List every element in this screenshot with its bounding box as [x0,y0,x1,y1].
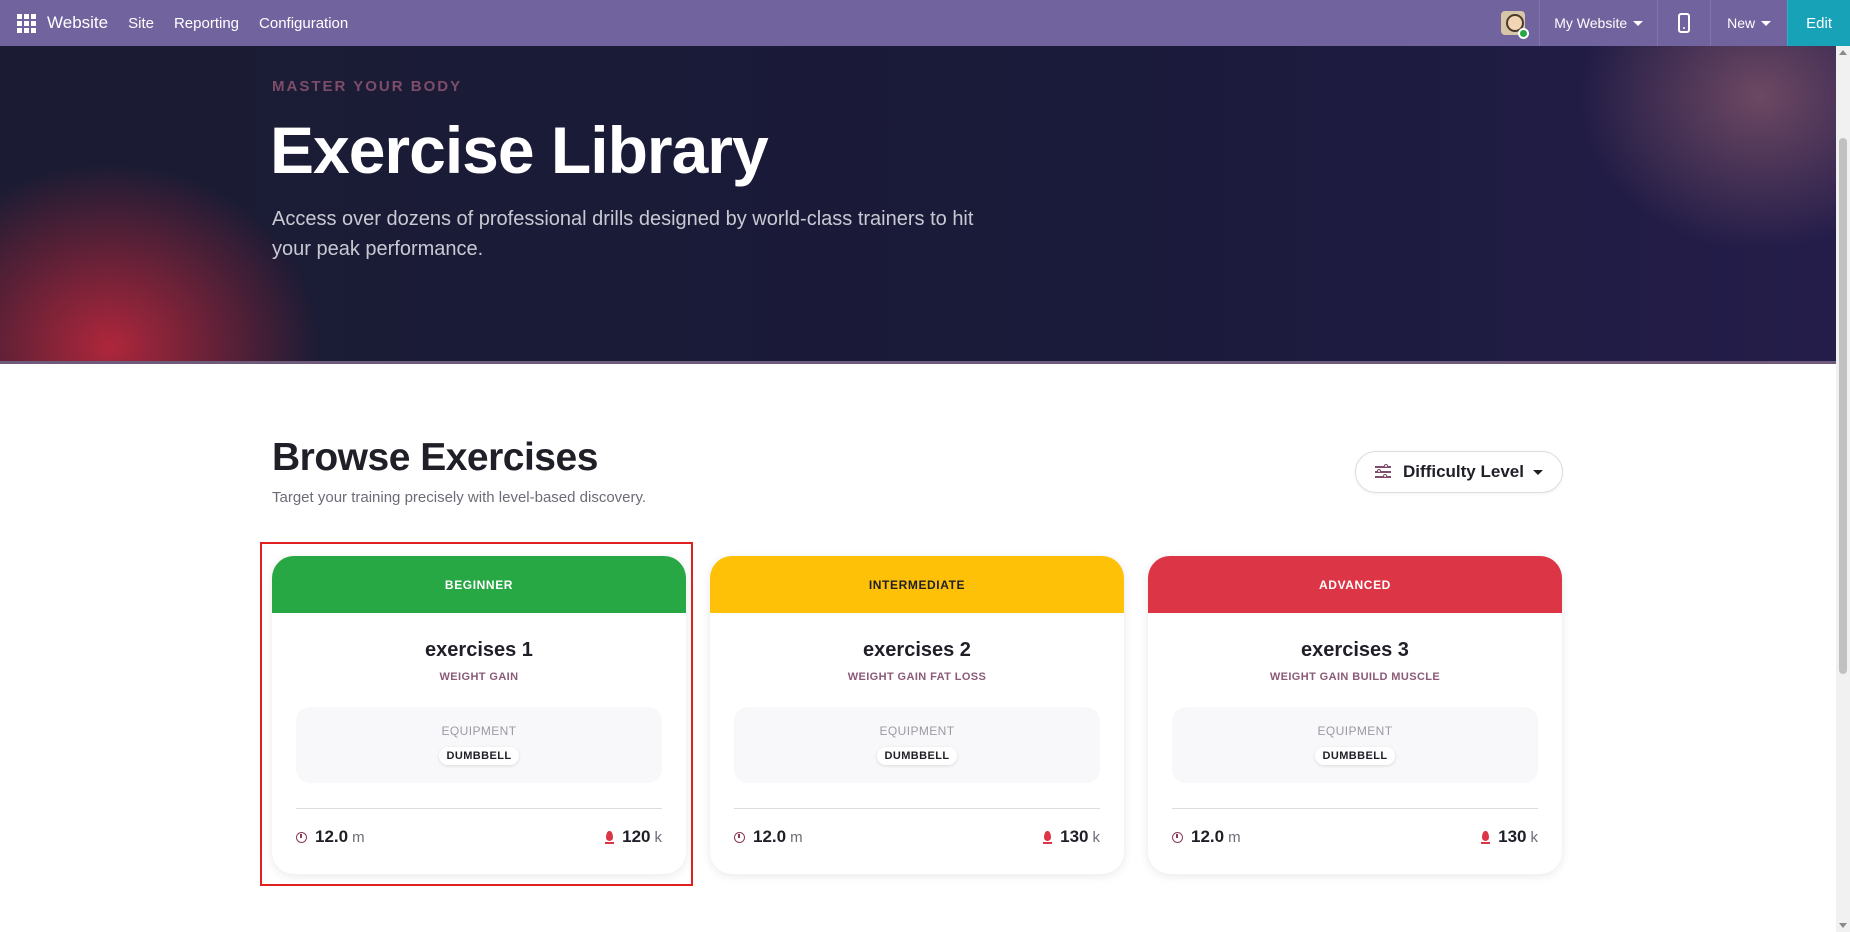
equipment-pill: DUMBBELL [1314,747,1396,765]
flame-icon [1481,830,1491,844]
calories-unit: k [1092,829,1101,846]
card-stats: 12.0 m 130 k [1172,827,1538,847]
card-divider [734,808,1100,809]
calories-stat: 130 k [1481,827,1538,847]
sliders-icon [1375,464,1392,479]
card-level-header: ADVANCED [1148,556,1562,613]
clock-icon [734,831,745,843]
calories-unit: k [654,829,663,846]
exercise-card[interactable]: BEGINNER exercises 1 WEIGHT GAIN EQUIPME… [272,556,686,874]
card-divider [1172,808,1538,809]
duration-unit: m [1228,829,1241,846]
scroll-up-arrow-icon[interactable] [1839,50,1847,55]
duration-stat: 12.0 m [734,827,803,847]
hero-banner: MASTER YOUR BODY Exercise Library Access… [0,46,1836,364]
equipment-box: EQUIPMENT DUMBBELL [296,707,662,783]
level-badge: INTERMEDIATE [868,577,966,592]
equipment-label: EQUIPMENT [441,724,517,738]
hero-subtitle: Access over dozens of professional drill… [272,208,974,260]
navbar-right: My Website New Edit [1487,0,1850,46]
card-level-header: BEGINNER [272,556,686,613]
equipment-box: EQUIPMENT DUMBBELL [1172,707,1538,783]
section-title: Browse Exercises [272,436,598,479]
card-title[interactable]: exercises 3 [1148,639,1562,662]
scroll-down-arrow-icon[interactable] [1839,923,1847,928]
calories-unit: k [1530,829,1539,846]
card-stats: 12.0 m 120 k [296,827,662,847]
card-goal-tag: WEIGHT GAIN BUILD MUSCLE [1269,671,1441,683]
chevron-down-icon [1532,469,1543,475]
card-level-header: INTERMEDIATE [710,556,1124,613]
equipment-label: EQUIPMENT [879,724,955,738]
calories-value: 130 [1060,827,1089,846]
chevron-down-icon [1761,20,1772,26]
mobile-preview-button[interactable] [1657,0,1710,46]
card-goal-tag: WEIGHT GAIN FAT LOSS [847,671,987,683]
app-brand[interactable]: Website [47,13,108,33]
equipment-label: EQUIPMENT [1317,724,1393,738]
equipment-pill: DUMBBELL [876,747,958,765]
clock-icon [296,831,307,843]
duration-unit: m [352,829,365,846]
page-scrollbar[interactable] [1836,46,1850,932]
card-title[interactable]: exercises 2 [710,639,1124,662]
difficulty-filter-dropdown[interactable]: Difficulty Level [1355,451,1563,493]
duration-value: 12.0 [753,827,787,846]
new-button-label: New [1727,15,1756,31]
website-selector[interactable]: My Website [1539,0,1657,46]
duration-value: 12.0 [1191,827,1225,846]
mobile-phone-icon [1678,13,1691,33]
section-subtitle: Target your training precisely with leve… [272,489,647,506]
clock-icon [1172,831,1183,843]
exercise-card[interactable]: ADVANCED exercises 3 WEIGHT GAIN BUILD M… [1148,556,1562,874]
menu-reporting[interactable]: Reporting [174,15,239,32]
apps-menu-icon[interactable] [0,0,52,46]
card-stats: 12.0 m 130 k [734,827,1100,847]
card-divider [296,808,662,809]
user-avatar-button[interactable] [1487,0,1539,46]
flame-icon [605,830,615,844]
difficulty-filter-label: Difficulty Level [1403,462,1524,481]
edit-button-label: Edit [1806,14,1832,32]
level-badge: BEGINNER [444,577,514,592]
hero-title: Exercise Library [270,113,769,187]
edit-button[interactable]: Edit [1787,0,1850,46]
level-badge: ADVANCED [1319,577,1391,592]
menu-site[interactable]: Site [128,15,154,32]
duration-value: 12.0 [315,827,349,846]
calories-value: 130 [1498,827,1527,846]
equipment-box: EQUIPMENT DUMBBELL [734,707,1100,783]
scrollbar-thumb[interactable] [1839,138,1847,674]
hero-eyebrow: MASTER YOUR BODY [272,78,463,95]
calories-value: 120 [622,827,651,846]
duration-unit: m [790,829,803,846]
duration-stat: 12.0 m [1172,827,1241,847]
new-button[interactable]: New [1710,0,1787,46]
top-navbar: Website Site Reporting Configuration My … [0,0,1850,46]
menu-configuration[interactable]: Configuration [259,15,348,32]
hero-bottom-border [0,361,1836,364]
duration-stat: 12.0 m [296,827,365,847]
card-goal-tag: WEIGHT GAIN [439,671,519,683]
website-selector-label: My Website [1554,15,1628,31]
card-title[interactable]: exercises 1 [272,639,686,662]
online-status-icon [1518,28,1530,39]
chevron-down-icon [1633,20,1644,26]
exercise-card[interactable]: INTERMEDIATE exercises 2 WEIGHT GAIN FAT… [710,556,1124,874]
calories-stat: 120 k [605,827,662,847]
avatar [1501,11,1530,39]
flame-icon [1043,830,1053,844]
calories-stat: 130 k [1043,827,1100,847]
equipment-pill: DUMBBELL [438,747,520,765]
